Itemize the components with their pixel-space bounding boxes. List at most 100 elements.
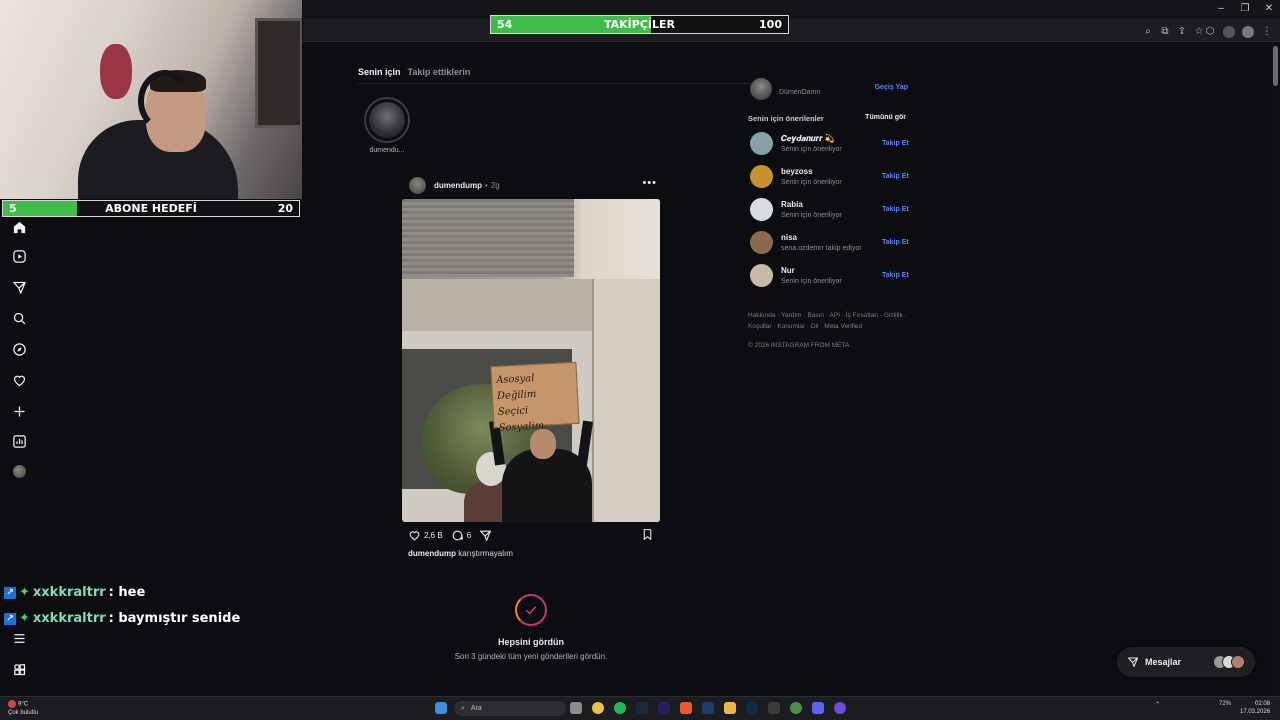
weather-desc: Çok bulutlu xyxy=(8,709,39,716)
subscriber-goal-target: 20 xyxy=(277,202,293,215)
tray-chevron-icon[interactable]: ⌃ xyxy=(1155,701,1160,708)
comment-count[interactable]: 6 xyxy=(467,531,471,540)
zoom-icon[interactable]: ⌕ xyxy=(1141,25,1155,39)
share-send-icon[interactable] xyxy=(479,529,492,542)
story-ring xyxy=(364,97,410,143)
app-icon[interactable] xyxy=(768,702,780,714)
cardboard-sign: Asosyal Değilim Seçici Sosyalim xyxy=(490,361,580,434)
suggestion-avatar[interactable] xyxy=(750,231,773,254)
clock-date: 17.03.2026 xyxy=(1240,709,1271,715)
more-options-icon[interactable]: ••• xyxy=(642,177,657,189)
chrome-active-icon[interactable] xyxy=(790,702,802,714)
follow-button[interactable]: Takip Et xyxy=(882,173,909,180)
post-author-avatar[interactable] xyxy=(409,176,426,194)
messages-label: Mesajlar xyxy=(1145,657,1182,667)
save-bookmark-icon[interactable] xyxy=(641,528,654,541)
man-figure xyxy=(502,449,592,522)
post-time[interactable]: 2g xyxy=(491,181,500,190)
subscriber-goal-bar: 5 ABONE HEDEFİ 20 xyxy=(2,200,300,217)
menu-kebab-icon[interactable]: ⋮ xyxy=(1260,25,1274,39)
dashboard-icon[interactable] xyxy=(10,432,28,450)
home-icon[interactable] xyxy=(10,218,28,236)
task-view-icon[interactable] xyxy=(570,702,582,714)
suggestion-avatar[interactable] xyxy=(750,198,773,221)
file-explorer-icon[interactable] xyxy=(724,702,736,714)
extensions-icon[interactable]: ⬡ xyxy=(1203,25,1217,39)
premiere-icon[interactable] xyxy=(658,702,670,714)
comment-icon[interactable] xyxy=(451,529,464,542)
profile-avatar-icon[interactable] xyxy=(1242,26,1254,38)
spotify-icon[interactable] xyxy=(614,702,626,714)
photoshop-icon[interactable] xyxy=(746,702,758,714)
close-icon[interactable]: ✕ xyxy=(1258,3,1280,14)
post-image[interactable]: Asosyal Değilim Seçici Sosyalim xyxy=(402,199,660,522)
footer-links-line-2[interactable]: Koşullar · Konumlar · Dil · Meta Verifie… xyxy=(748,321,913,332)
suggestion-name[interactable]: 𝑪𝒆𝒚𝒅𝒂𝒏𝒖𝒓𝒓 💫 xyxy=(781,134,835,144)
sidebar-toggle-icon[interactable] xyxy=(1223,26,1235,38)
sign-line-2: Seçici Sosyalim xyxy=(497,405,545,434)
reels-icon[interactable] xyxy=(10,247,28,265)
share-icon[interactable]: ⇪ xyxy=(1175,25,1189,39)
search-icon[interactable] xyxy=(10,309,28,327)
suggestion-avatar[interactable] xyxy=(750,165,773,188)
suggestion-avatar[interactable] xyxy=(750,132,773,155)
switch-account-link[interactable]: Geçiş Yap xyxy=(875,84,908,91)
explore-icon[interactable] xyxy=(10,340,28,358)
minimize-icon[interactable]: – xyxy=(1210,3,1232,14)
create-plus-icon[interactable] xyxy=(10,402,28,420)
suggestions-header: Senin için önerilenler Tümünü gör xyxy=(748,114,908,123)
start-icon[interactable] xyxy=(435,702,447,714)
suggestion-name[interactable]: beyzoss xyxy=(781,167,813,176)
browser-tabstrip xyxy=(303,0,1280,18)
also-from-meta-icon[interactable] xyxy=(10,660,28,678)
follow-button[interactable]: Takip Et xyxy=(882,206,909,213)
suggestion-name[interactable]: Rabia xyxy=(781,200,803,209)
like-heart-icon[interactable] xyxy=(408,529,421,542)
footer-links-line-1[interactable]: Hakkında · Yardım · Basın · API · İş Fır… xyxy=(748,310,913,321)
chat-sparkle-icon: ✦ xyxy=(19,585,30,600)
send-icon[interactable] xyxy=(10,278,28,296)
tab-for-you[interactable]: Senin için xyxy=(358,67,401,77)
suggestion-name[interactable]: nisa xyxy=(781,233,797,242)
suggestion-reason: sena.ozdemrr takip ediyor xyxy=(781,245,862,252)
profile-avatar[interactable] xyxy=(13,465,26,478)
chat-sparkle-icon: ✦ xyxy=(19,611,30,626)
follower-goal-target: 100 xyxy=(759,18,782,31)
discord-icon[interactable] xyxy=(812,702,824,714)
story-username: dumendu... xyxy=(369,147,405,154)
caption-username[interactable]: dumendump xyxy=(408,549,456,558)
follow-button[interactable]: Takip Et xyxy=(882,272,909,279)
page-scrollbar[interactable] xyxy=(1271,42,1280,696)
steam-icon[interactable] xyxy=(636,702,648,714)
chrome-icon[interactable] xyxy=(592,702,604,714)
tab-following[interactable]: Takip ettiklerin xyxy=(408,67,471,77)
obs-icon[interactable] xyxy=(834,702,846,714)
restore-icon[interactable]: ❐ xyxy=(1234,3,1256,14)
like-count[interactable]: 2,6 B xyxy=(424,531,443,540)
suggestion-name[interactable]: Nur xyxy=(781,266,795,275)
current-account-avatar[interactable] xyxy=(750,78,772,100)
wall-decoration xyxy=(100,44,132,99)
follow-button[interactable]: Takip Et xyxy=(882,140,909,147)
weather-widget[interactable]: 9°C Çok bulutlu xyxy=(8,700,38,717)
battery-percent[interactable]: 72% xyxy=(1219,701,1231,707)
post-actions: 2,6 B 6 xyxy=(408,528,660,542)
messages-button[interactable]: Mesajlar xyxy=(1117,647,1255,677)
chat-text: : baymıştır senide xyxy=(108,611,241,626)
see-all-link[interactable]: Tümünü gör xyxy=(865,114,906,121)
taskbar-search[interactable]: ⌕ Ara xyxy=(454,701,566,716)
post-author-name[interactable]: dumendump xyxy=(434,181,482,190)
story-item[interactable]: dumendu... xyxy=(364,97,410,154)
follow-button[interactable]: Takip Et xyxy=(882,239,909,246)
system-clock[interactable]: 02:08 17.03.2026 xyxy=(1240,700,1270,716)
chat-badge-icon: ↗ xyxy=(4,586,16,599)
scroll-thumb[interactable] xyxy=(1273,46,1278,86)
suggestion-reason: Senin için öneriliyor xyxy=(781,146,842,153)
brave-icon[interactable] xyxy=(680,702,692,714)
notifications-heart-icon[interactable] xyxy=(10,371,28,389)
install-app-icon[interactable]: ⧉ xyxy=(1158,25,1172,39)
footer-copyright: © 2026 INSTAGRAM FROM META xyxy=(748,342,850,349)
more-menu-icon[interactable] xyxy=(10,629,28,647)
lightroom-icon[interactable] xyxy=(702,702,714,714)
suggestion-avatar[interactable] xyxy=(750,264,773,287)
